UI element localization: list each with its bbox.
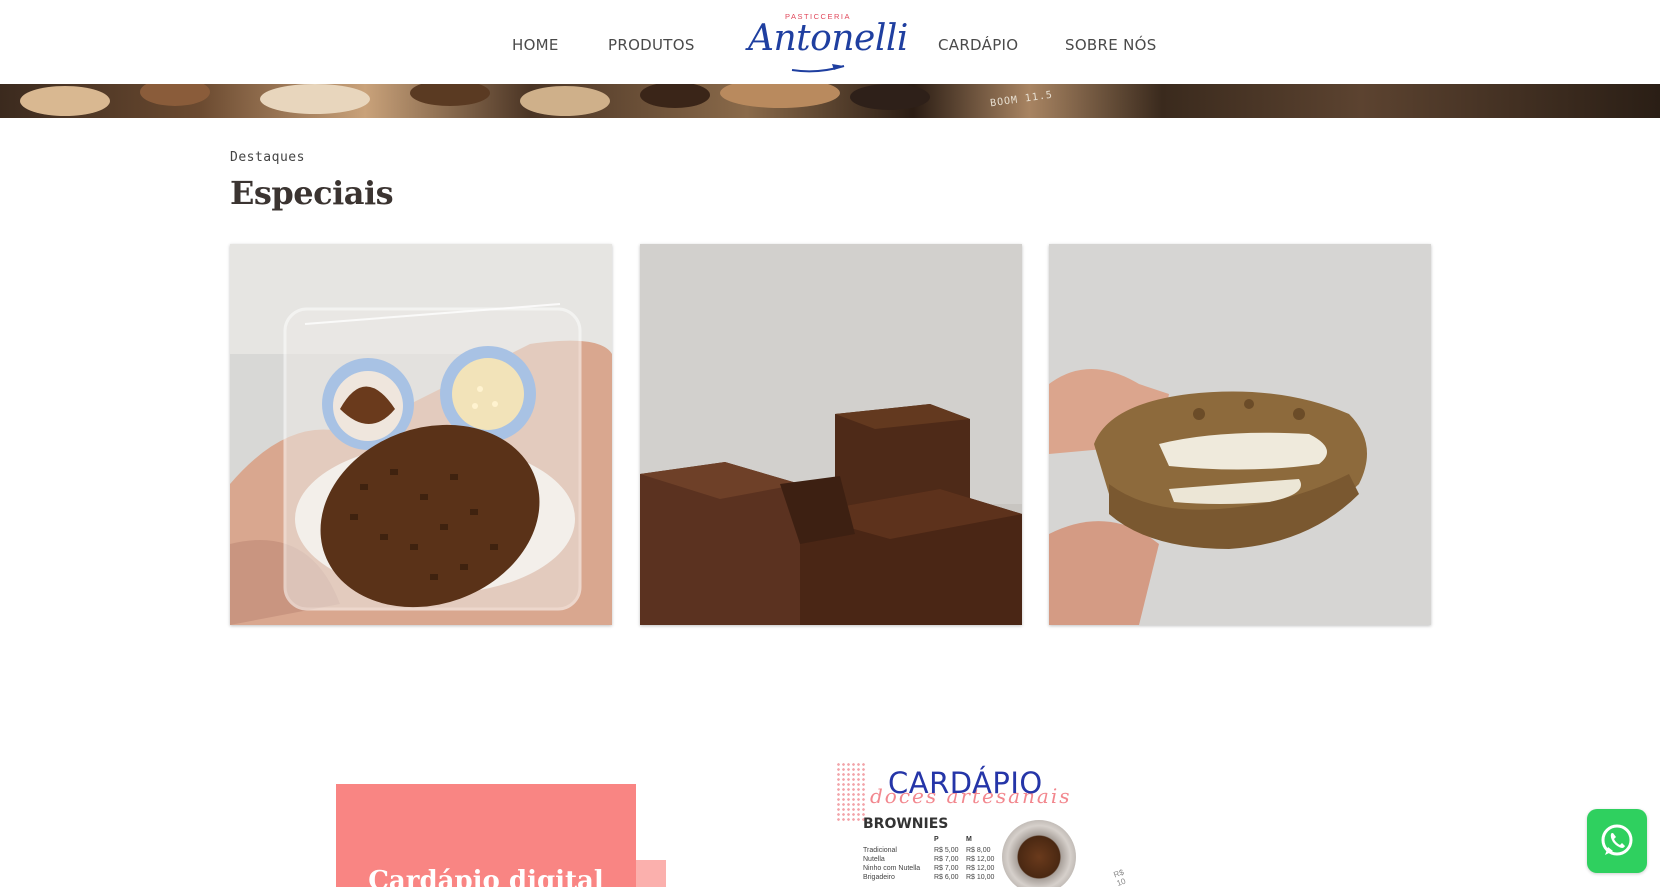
menu-preview-image[interactable]: doces artesanais CARDÁPIO BROWNIES PM Tr… bbox=[830, 760, 1130, 887]
brownie-photo bbox=[1002, 820, 1076, 887]
menu-title: CARDÁPIO bbox=[888, 766, 1043, 800]
whatsapp-icon bbox=[1601, 824, 1633, 856]
chocolate-fudge-photo bbox=[640, 244, 1022, 625]
menu-price-p: R$ 7,00 bbox=[934, 865, 959, 872]
product-card-cookie[interactable] bbox=[1049, 244, 1431, 625]
menu-price-m: R$ 8,00 bbox=[966, 847, 991, 854]
menu-row: Brigadeiro R$ 6,00 R$ 10,00 bbox=[863, 874, 1023, 881]
menu-price-m: R$ 12,00 bbox=[966, 865, 995, 872]
whatsapp-button[interactable] bbox=[1587, 809, 1647, 873]
menu-item-name: Ninho com Nutella bbox=[863, 865, 921, 872]
hero-banner: BOOM 11.5 bbox=[0, 84, 1660, 118]
nav-sobre-nos[interactable]: SOBRE NÓS bbox=[1065, 36, 1157, 54]
section-kicker: Destaques bbox=[230, 150, 305, 165]
menu-price-m: R$ 10,00 bbox=[966, 874, 995, 881]
digital-menu-accent bbox=[636, 860, 666, 887]
menu-row: Tradicional R$ 5,00 R$ 8,00 bbox=[863, 847, 1023, 854]
nav-home[interactable]: HOME bbox=[512, 36, 559, 54]
col-m: M bbox=[966, 836, 972, 843]
whisk-icon bbox=[791, 64, 845, 73]
product-card-brigadeiros[interactable] bbox=[230, 244, 612, 625]
menu-price-p: R$ 5,00 bbox=[934, 847, 959, 854]
menu-row: Nutella R$ 7,00 R$ 12,00 bbox=[863, 856, 1023, 863]
section-title: Especiais bbox=[230, 174, 394, 212]
site-header: HOME PRODUTOS PASTICCERIA Antonelli CARD… bbox=[0, 0, 1660, 84]
digital-menu-banner[interactable]: Cardápio digital bbox=[336, 784, 636, 887]
nav-produtos[interactable]: PRODUTOS bbox=[608, 36, 695, 54]
menu-item-name: Brigadeiro bbox=[863, 874, 895, 881]
menu-dots-decoration bbox=[836, 762, 866, 822]
nav-cardapio[interactable]: CARDÁPIO bbox=[938, 36, 1018, 54]
stuffed-cookie-photo bbox=[1049, 244, 1431, 625]
menu-item-name: Tradicional bbox=[863, 847, 897, 854]
menu-item-name: Nutella bbox=[863, 856, 885, 863]
menu-price-p: R$ 7,00 bbox=[934, 856, 959, 863]
menu-size-columns: PM bbox=[934, 836, 998, 843]
menu-section-title: BROWNIES bbox=[863, 816, 949, 832]
digital-menu-heading: Cardápio digital bbox=[368, 866, 604, 887]
menu-row: Ninho com Nutella R$ 7,00 R$ 12,00 bbox=[863, 865, 1023, 872]
menu-price-p: R$ 6,00 bbox=[934, 874, 959, 881]
logo-wordmark: Antonelli bbox=[748, 18, 908, 59]
menu-price-m: R$ 12,00 bbox=[966, 856, 995, 863]
brigadeiro-box-photo bbox=[230, 244, 612, 625]
logo[interactable]: PASTICCERIA Antonelli bbox=[748, 8, 908, 76]
menu-deco-price: R$ 10 bbox=[1112, 867, 1127, 887]
product-card-fudge[interactable] bbox=[640, 244, 1022, 625]
col-p: P bbox=[934, 836, 939, 843]
hero-tag: BOOM 11.5 bbox=[989, 89, 1054, 110]
